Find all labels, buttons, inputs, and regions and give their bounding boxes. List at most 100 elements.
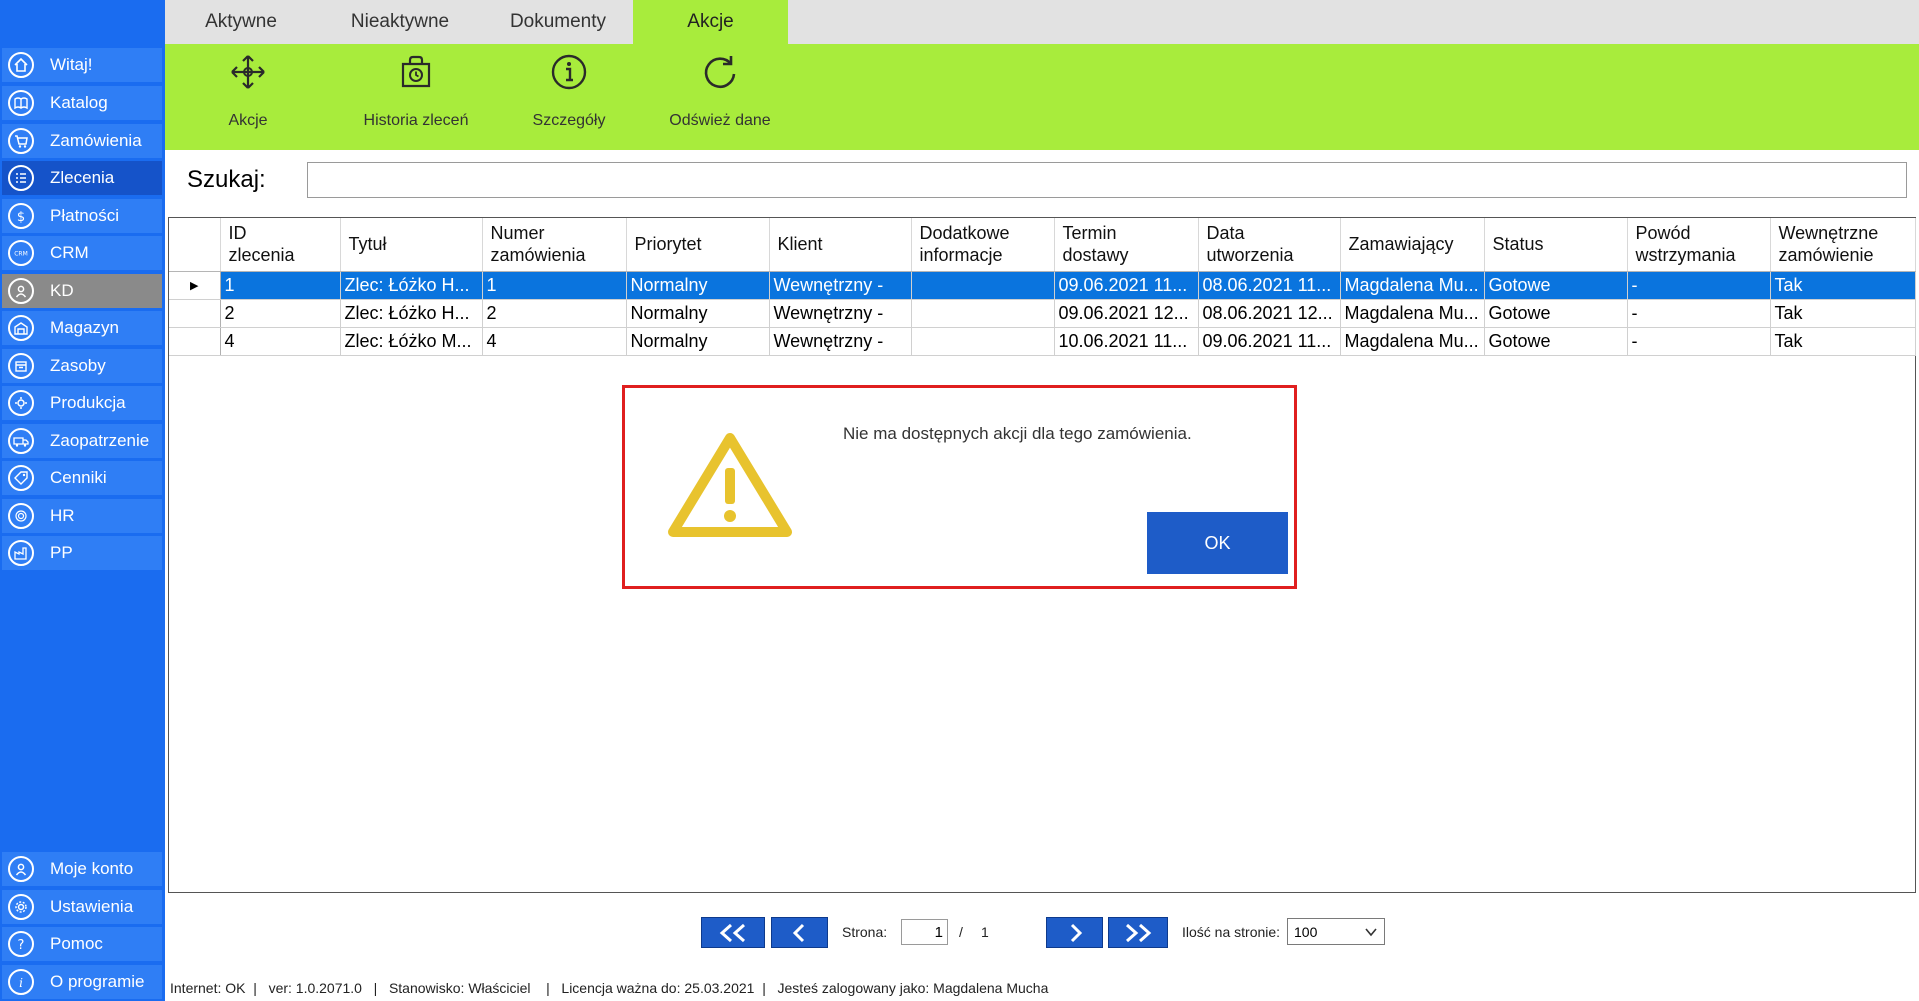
sidebar-item-platnosci[interactable]: $ Płatności — [2, 199, 162, 233]
table-cell[interactable]: 09.06.2021 11... — [1054, 271, 1199, 300]
first-page-button[interactable] — [701, 917, 765, 948]
ok-button[interactable]: OK — [1147, 512, 1288, 574]
table-cell[interactable]: Zlec: Łóżko M... — [340, 327, 483, 356]
table-cell[interactable]: Magdalena Mu... — [1340, 327, 1485, 356]
column-header-zamawiajacy[interactable]: Zamawiający — [1340, 218, 1485, 272]
column-header-id[interactable]: ID zlecenia — [220, 218, 341, 272]
sidebar-item-moje-konto[interactable]: Moje konto — [2, 852, 162, 886]
tab-aktywne[interactable]: Aktywne — [165, 0, 317, 44]
table-cell[interactable]: Wewnętrzny - — [769, 271, 912, 300]
table-cell[interactable]: 1 — [482, 271, 627, 300]
table-cell[interactable]: 1 — [220, 271, 341, 300]
row-selector[interactable]: ▶ — [169, 271, 221, 300]
sidebar-item-cenniki[interactable]: Cenniki — [2, 461, 162, 495]
table-cell[interactable]: Gotowe — [1484, 299, 1628, 328]
move-arrows-icon — [226, 50, 270, 94]
table-cell[interactable]: 2 — [220, 299, 341, 328]
sidebar-item-ustawienia[interactable]: Ustawienia — [2, 890, 162, 924]
help-icon: ? — [8, 931, 34, 957]
search-label: Szukaj: — [187, 166, 266, 193]
table-cell[interactable]: Tak — [1770, 327, 1916, 356]
tab-nieaktywne[interactable]: Nieaktywne — [317, 0, 483, 44]
table-cell[interactable]: Normalny — [626, 327, 770, 356]
search-input[interactable] — [307, 162, 1907, 198]
column-header-priorytet[interactable]: Priorytet — [626, 218, 770, 272]
table-cell[interactable]: 4 — [482, 327, 627, 356]
table-cell[interactable]: 09.06.2021 12... — [1054, 299, 1199, 328]
svg-text:$: $ — [17, 210, 25, 224]
list-icon — [8, 165, 34, 191]
sidebar-item-label: Moje konto — [50, 859, 134, 878]
table-cell[interactable]: Wewnętrzny - — [769, 327, 912, 356]
table-cell[interactable]: Gotowe — [1484, 271, 1628, 300]
table-row[interactable]: 4 Zlec: Łóżko M... 4 Normalny Wewnętrzny… — [169, 327, 1916, 356]
table-cell[interactable]: Normalny — [626, 271, 770, 300]
sidebar-item-katalog[interactable]: Katalog — [2, 86, 162, 120]
table-cell[interactable]: - — [1627, 299, 1771, 328]
akcje-button[interactable]: Akcje — [203, 44, 293, 150]
column-header-numer-zamowienia[interactable]: Numer zamówienia — [482, 218, 627, 272]
last-page-button[interactable] — [1108, 917, 1168, 948]
tag-icon — [8, 465, 34, 491]
sidebar-item-pp[interactable]: PP — [2, 536, 162, 570]
sidebar-item-zamowienia[interactable]: Zamówienia — [2, 124, 162, 158]
szczegoly-button[interactable]: Szczegóły — [509, 44, 629, 150]
table-cell[interactable]: 4 — [220, 327, 341, 356]
table-cell[interactable] — [911, 271, 1055, 300]
tab-dokumenty[interactable]: Dokumenty — [483, 0, 633, 44]
refresh-icon — [698, 50, 742, 94]
sidebar-item-o-programie[interactable]: i O programie — [2, 965, 162, 999]
table-cell[interactable] — [911, 299, 1055, 328]
sidebar-item-witaj[interactable]: Witaj! — [2, 48, 162, 82]
sidebar-item-zaopatrzenie[interactable]: Zaopatrzenie — [2, 424, 162, 458]
sidebar-item-pomoc[interactable]: ? Pomoc — [2, 927, 162, 961]
table-cell[interactable]: 08.06.2021 11... — [1198, 271, 1341, 300]
sidebar-item-zlecenia[interactable]: Zlecenia — [2, 161, 162, 195]
column-header-klient[interactable]: Klient — [769, 218, 912, 272]
table-cell[interactable]: Magdalena Mu... — [1340, 299, 1485, 328]
table-cell[interactable]: 10.06.2021 11... — [1054, 327, 1199, 356]
previous-page-button[interactable] — [771, 917, 828, 948]
sidebar-item-magazyn[interactable]: Magazyn — [2, 311, 162, 345]
table-cell[interactable]: 09.06.2021 11... — [1198, 327, 1341, 356]
table-cell[interactable]: Wewnętrzny - — [769, 299, 912, 328]
odswiez-dane-button[interactable]: Odśwież dane — [655, 44, 785, 150]
sidebar-item-produkcja[interactable]: Produkcja — [2, 386, 162, 420]
table-row[interactable]: ▶ 1 Zlec: Łóżko H... 1 Normalny Wewnętrz… — [169, 271, 1916, 300]
column-header-dodatkowe-informacje[interactable]: Dodatkowe informacje — [911, 218, 1055, 272]
sidebar-item-crm[interactable]: CRM CRM — [2, 236, 162, 270]
table-cell[interactable]: Gotowe — [1484, 327, 1628, 356]
sidebar-item-hr[interactable]: HR — [2, 499, 162, 533]
table-cell[interactable]: - — [1627, 327, 1771, 356]
tab-akcje[interactable]: Akcje — [633, 0, 788, 44]
header-line: ID — [228, 223, 247, 244]
table-cell[interactable]: Tak — [1770, 271, 1916, 300]
row-selector[interactable] — [169, 299, 221, 328]
page-number-input[interactable] — [901, 919, 948, 945]
table-cell[interactable]: Zlec: Łóżko H... — [340, 271, 483, 300]
sidebar-item-zasoby[interactable]: Zasoby — [2, 349, 162, 383]
table-cell[interactable]: 08.06.2021 12... — [1198, 299, 1341, 328]
table-cell[interactable]: Normalny — [626, 299, 770, 328]
historia-zlecen-button[interactable]: Historia zleceń — [341, 44, 491, 150]
sidebar-item-label: CRM — [50, 243, 89, 262]
next-page-button[interactable] — [1046, 917, 1103, 948]
table-cell[interactable] — [911, 327, 1055, 356]
sidebar-item-label: Magazyn — [50, 318, 119, 337]
row-selector[interactable] — [169, 327, 221, 356]
column-header-powod-wstrzymania[interactable]: Powód wstrzymania — [1627, 218, 1771, 272]
table-cell[interactable]: Tak — [1770, 299, 1916, 328]
column-header-tytul[interactable]: Tytuł — [340, 218, 483, 272]
sidebar-item-kd[interactable]: KD — [2, 274, 162, 308]
column-header-status[interactable]: Status — [1484, 218, 1628, 272]
table-cell[interactable]: 2 — [482, 299, 627, 328]
column-header-termin-dostawy[interactable]: Termin dostawy — [1054, 218, 1199, 272]
per-page-select[interactable]: 100 — [1287, 918, 1385, 945]
table-cell[interactable]: Magdalena Mu... — [1340, 271, 1485, 300]
table-cell[interactable]: - — [1627, 271, 1771, 300]
column-header-wewnetrzne-zamowienie[interactable]: Wewnętrzne zamówienie — [1770, 218, 1916, 272]
table-row[interactable]: 2 Zlec: Łóżko H... 2 Normalny Wewnętrzny… — [169, 299, 1916, 328]
column-header-data-utworzenia[interactable]: Data utworzenia — [1198, 218, 1341, 272]
table-cell[interactable]: Zlec: Łóżko H... — [340, 299, 483, 328]
sidebar-item-label: Katalog — [50, 93, 108, 112]
